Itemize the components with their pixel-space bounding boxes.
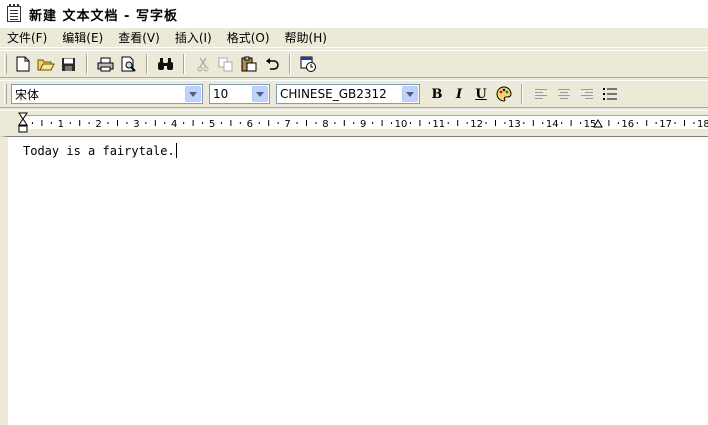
ruler-label: 3: [133, 119, 139, 130]
ruler-label: 2: [95, 119, 101, 130]
ruler-label: 1: [58, 119, 64, 130]
italic-button[interactable]: I: [448, 83, 470, 105]
document-text[interactable]: Today is a fairytale.: [23, 143, 177, 158]
bullets-icon[interactable]: [598, 83, 621, 105]
ruler-label: 8: [322, 119, 328, 130]
script-combobox[interactable]: CHINESE_GB2312: [276, 84, 420, 104]
font-name-value: 宋体: [15, 87, 40, 102]
undo-icon[interactable]: [260, 53, 283, 75]
ruler-label: 17: [659, 119, 672, 130]
new-icon[interactable]: [11, 53, 34, 75]
copy-icon[interactable]: [214, 53, 237, 75]
toolbar-separator: [183, 54, 185, 74]
toolbar-separator: [86, 54, 88, 74]
toolbar-separator: [146, 54, 148, 74]
chevron-down-icon[interactable]: [185, 86, 201, 102]
title-bar[interactable]: 新建 文本文档 - 写字板: [0, 0, 708, 28]
ruler-label: 9: [360, 119, 366, 130]
window-title: 新建 文本文档 - 写字板: [29, 8, 178, 24]
menu-insert[interactable]: 插入(I): [174, 29, 213, 46]
toolbar-separator: [521, 84, 523, 104]
ruler-label: 7: [284, 119, 290, 130]
ruler[interactable]: 1 2 3 4 5 6 7 8 9 10 11 12 13 14 15 16 17 18: [0, 110, 708, 135]
color-palette-icon[interactable]: [492, 83, 515, 105]
ruler-label: 15: [584, 119, 597, 130]
cut-icon[interactable]: [191, 53, 214, 75]
bold-button[interactable]: B: [426, 83, 448, 105]
ruler-label: 10: [395, 119, 408, 130]
insert-datetime-icon[interactable]: [297, 53, 320, 75]
ruler-label: 13: [508, 119, 521, 130]
font-name-combobox[interactable]: 宋体: [11, 84, 203, 104]
ruler-label: 14: [546, 119, 559, 130]
print-icon[interactable]: [94, 53, 117, 75]
toolbar-separator: [289, 54, 291, 74]
menu-file[interactable]: 文件(F): [6, 29, 48, 46]
ruler-label: 16: [621, 119, 634, 130]
find-icon[interactable]: [154, 53, 177, 75]
chevron-down-icon[interactable]: [252, 86, 268, 102]
wordpad-window: 新建 文本文档 - 写字板 文件(F) 编辑(E) 查看(V) 插入(I) 格式…: [0, 0, 708, 425]
font-size-value: 10: [213, 87, 229, 101]
ruler-label: 5: [209, 119, 215, 130]
ruler-label: 4: [171, 119, 177, 130]
ruler-label: 12: [470, 119, 483, 130]
wordpad-app-icon[interactable]: [7, 4, 21, 22]
align-center-icon[interactable]: [552, 83, 575, 105]
left-indent-marker[interactable]: [18, 112, 28, 133]
format-toolbar: 宋体 10 CHINESE_GB2312 B I U: [0, 80, 708, 108]
standard-toolbar: [0, 50, 708, 78]
ruler-marks: 1 2 3 4 5 6 7 8 9 10 11 12 13 14 15 16 17 18: [18, 112, 708, 133]
ruler-label: 18: [697, 119, 708, 130]
save-icon[interactable]: [57, 53, 80, 75]
paste-icon[interactable]: [237, 53, 260, 75]
open-icon[interactable]: [34, 53, 57, 75]
document-content: Today is a fairytale.: [23, 144, 175, 158]
document-area[interactable]: Today is a fairytale.: [0, 136, 708, 425]
menu-bar: 文件(F) 编辑(E) 查看(V) 插入(I) 格式(O) 帮助(H): [0, 28, 708, 48]
chevron-down-icon[interactable]: [402, 86, 418, 102]
print-preview-icon[interactable]: [117, 53, 140, 75]
toolbar-grip[interactable]: [4, 54, 7, 74]
text-caret: [175, 143, 177, 158]
font-size-combobox[interactable]: 10: [209, 84, 270, 104]
menu-help[interactable]: 帮助(H): [284, 29, 328, 46]
menu-format[interactable]: 格式(O): [226, 29, 271, 46]
ruler-label: 6: [247, 119, 253, 130]
script-value: CHINESE_GB2312: [280, 87, 387, 101]
toolbar-grip[interactable]: [4, 84, 7, 104]
ruler-label: 11: [432, 119, 445, 130]
menu-view[interactable]: 查看(V): [117, 29, 161, 46]
menu-edit[interactable]: 编辑(E): [61, 29, 104, 46]
underline-button[interactable]: U: [470, 83, 492, 105]
align-right-icon[interactable]: [575, 83, 598, 105]
align-left-icon[interactable]: [529, 83, 552, 105]
